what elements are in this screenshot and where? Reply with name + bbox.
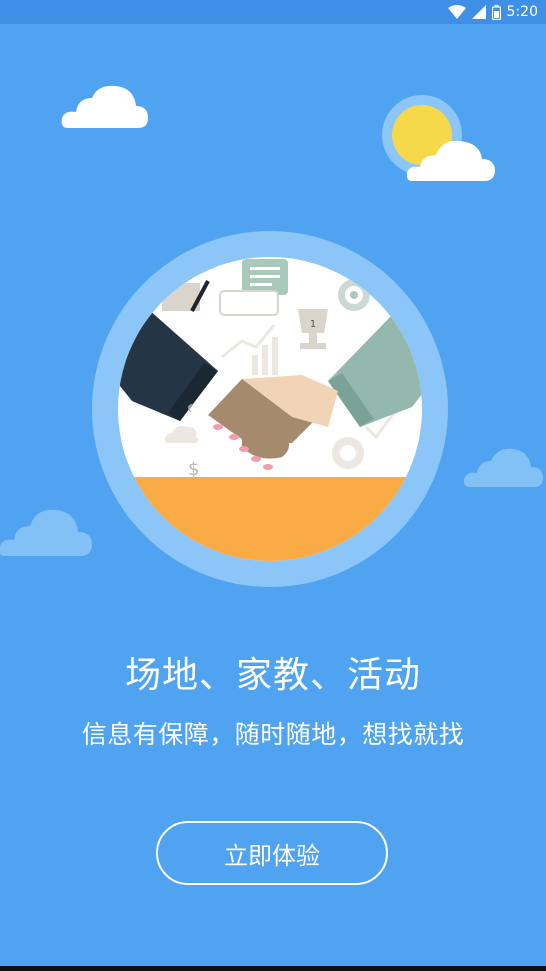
cloud-icon [61, 85, 148, 128]
page-title: 场地、家教、活动 [124, 655, 421, 696]
status-time: 5:20 [506, 4, 538, 20]
status-bar: 5:20 [0, 0, 546, 24]
cloud-icon [0, 509, 92, 556]
svg-text:$: $ [188, 459, 199, 480]
wifi-icon [447, 5, 466, 19]
handshake-illustration: 1 $ [92, 231, 448, 587]
battery-icon [491, 4, 501, 20]
sun-icon [382, 95, 495, 181]
cell-signal-icon [471, 5, 486, 19]
start-experience-button[interactable]: 立即体验 [156, 821, 388, 885]
bottom-edge [0, 966, 546, 971]
page-subtitle: 信息有保障，随时随地，想找就找 [81, 720, 465, 749]
svg-text:1: 1 [310, 319, 316, 330]
status-icons: 5:20 [447, 3, 538, 21]
cloud-icon [463, 448, 543, 487]
